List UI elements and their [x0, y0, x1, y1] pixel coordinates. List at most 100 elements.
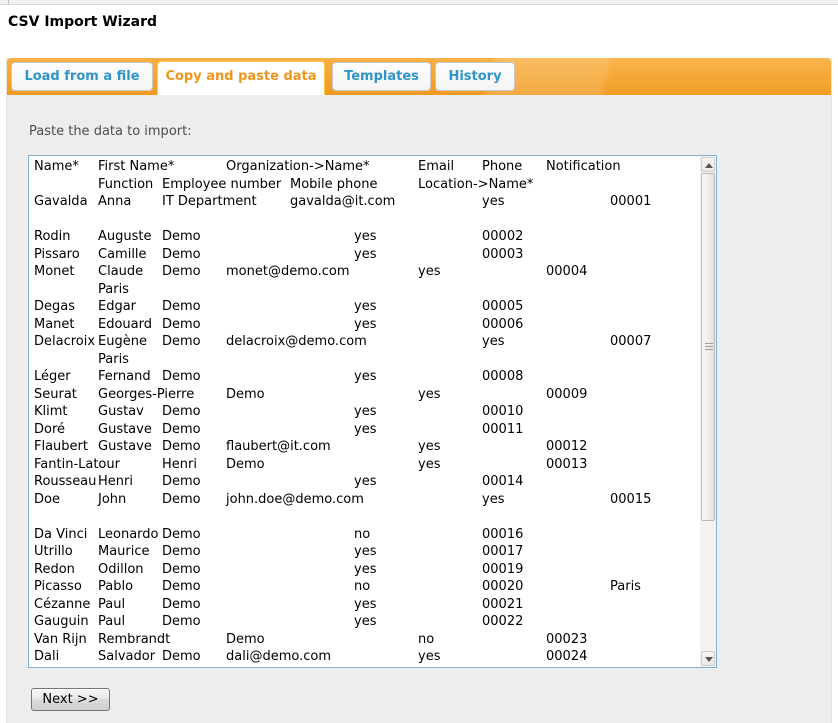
csv-cell: Manet — [34, 316, 75, 334]
csv-cell: yes — [354, 368, 376, 386]
csv-cell: Claude — [98, 263, 143, 281]
csv-cell: yes — [354, 421, 376, 439]
tab-copy-and-paste-data-label: Copy and paste data — [165, 69, 316, 84]
csv-line: Fantin-LatourHenriDemoyes00013 — [34, 456, 699, 474]
csv-cell: 00008 — [482, 368, 523, 386]
csv-line: DelacroixEugèneDemodelacroix@demo.comyes… — [34, 333, 699, 351]
csv-line: Paris — [34, 281, 699, 299]
csv-cell: yes — [354, 543, 376, 561]
csv-cell: 00007 — [610, 333, 651, 351]
csv-cell: Demo — [162, 578, 201, 596]
csv-cell: yes — [354, 561, 376, 579]
csv-line: DaliSalvadorDemodali@demo.comyes00024 — [34, 648, 699, 666]
csv-cell: 00015 — [610, 491, 651, 509]
csv-cell: Function — [98, 176, 153, 194]
paste-data-label: Paste the data to import: — [29, 124, 192, 139]
csv-cell: yes — [418, 263, 440, 281]
csv-line: CézannePaulDemoyes00021 — [34, 596, 699, 614]
csv-cell: Utrillo — [34, 543, 73, 561]
csv-cell: 00014 — [482, 473, 523, 491]
csv-cell: 00010 — [482, 403, 523, 421]
csv-cell: 00013 — [546, 456, 587, 474]
csv-line: PissaroCamilleDemoyes00003 — [34, 246, 699, 264]
scroll-down-button[interactable] — [701, 651, 715, 666]
tab-load-from-file[interactable]: Load from a file — [11, 62, 153, 91]
csv-cell: 00003 — [482, 246, 523, 264]
csv-cell: gavalda@it.com — [290, 193, 395, 211]
csv-cell: delacroix@demo.com — [226, 333, 367, 351]
csv-cell: yes — [354, 298, 376, 316]
csv-cell: Leonardo — [98, 526, 159, 544]
csv-line — [34, 211, 699, 229]
csv-cell: IT Department — [162, 193, 257, 211]
csv-cell: Rodin — [34, 228, 71, 246]
csv-cell: Redon — [34, 561, 75, 579]
csv-cell: Camille — [98, 246, 147, 264]
csv-cell: Demo — [162, 543, 201, 561]
csv-cell: Cézanne — [34, 596, 90, 614]
csv-line: Paris — [34, 351, 699, 369]
csv-cell: Da Vinci — [34, 526, 87, 544]
csv-cell: Henri — [162, 456, 197, 474]
csv-cell: 00001 — [610, 193, 651, 211]
csv-cell: yes — [354, 228, 376, 246]
csv-cell: yes — [482, 193, 504, 211]
csv-cell: yes — [418, 456, 440, 474]
tab-load-from-file-label: Load from a file — [24, 69, 139, 84]
csv-cell: yes — [354, 403, 376, 421]
csv-cell: Mobile phone — [290, 176, 377, 194]
csv-line: DegasEdgarDemoyes00005 — [34, 298, 699, 316]
csv-cell: Seurat — [34, 386, 77, 404]
csv-cell: Demo — [162, 648, 201, 666]
csv-cell: Demo — [162, 228, 201, 246]
next-button[interactable]: Next >> — [31, 688, 110, 711]
csv-cell: Email — [418, 158, 454, 176]
csv-cell: Paris — [610, 578, 641, 596]
top-strip — [0, 0, 838, 5]
csv-cell: Demo — [162, 613, 201, 631]
page-title: CSV Import Wizard — [8, 14, 157, 30]
tab-copy-and-paste-data[interactable]: Copy and paste data — [157, 61, 325, 95]
csv-cell: Monet — [34, 263, 75, 281]
scrollbar-grip-icon — [705, 343, 713, 351]
tab-templates[interactable]: Templates — [332, 62, 431, 91]
csv-line: GavaldaAnnaIT Departmentgavalda@it.comye… — [34, 193, 699, 211]
csv-cell: yes — [482, 333, 504, 351]
csv-cell: Pablo — [98, 578, 133, 596]
csv-cell: Demo — [226, 631, 265, 649]
csv-cell: Degas — [34, 298, 75, 316]
csv-cell: Name* — [34, 158, 79, 176]
csv-line: ManetEdouardDemoyes00006 — [34, 316, 699, 334]
csv-cell: Demo — [162, 438, 201, 456]
tab-history-label: History — [448, 69, 501, 84]
csv-cell: Demo — [162, 298, 201, 316]
csv-cell: Eugène — [98, 333, 147, 351]
csv-cell: First Name* — [98, 158, 174, 176]
csv-cell: no — [354, 526, 370, 544]
scroll-down-icon — [705, 657, 713, 662]
csv-line: Van RijnRembrandtDemono00023 — [34, 631, 699, 649]
csv-cell: Demo — [162, 368, 201, 386]
scrollbar-thumb[interactable] — [701, 173, 715, 521]
csv-cell: Picasso — [34, 578, 82, 596]
csv-cell: Phone — [482, 158, 522, 176]
csv-cell: Maurice — [98, 543, 150, 561]
csv-cell: 00004 — [546, 263, 587, 281]
csv-textarea[interactable]: Name*First Name*Organization->Name*Email… — [28, 155, 717, 668]
csv-cell: Klimt — [34, 403, 68, 421]
csv-cell: yes — [418, 648, 440, 666]
csv-line: Grenoble — [34, 666, 699, 668]
vertical-scrollbar[interactable] — [700, 156, 716, 667]
csv-cell: 00016 — [482, 526, 523, 544]
scroll-up-button[interactable] — [701, 157, 715, 172]
csv-line: SeuratGeorges-PierreDemoyes00009 — [34, 386, 699, 404]
csv-cell: yes — [354, 246, 376, 264]
tab-bar: Load from a file Copy and paste data Tem… — [7, 58, 831, 95]
csv-cell: Edgar — [98, 298, 136, 316]
tab-history[interactable]: History — [435, 62, 515, 91]
csv-cell: Odillon — [98, 561, 144, 579]
csv-cell: 00017 — [482, 543, 523, 561]
csv-cell: Demo — [226, 456, 265, 474]
top-strip-divider — [8, 0, 9, 5]
csv-line: LégerFernandDemoyes00008 — [34, 368, 699, 386]
